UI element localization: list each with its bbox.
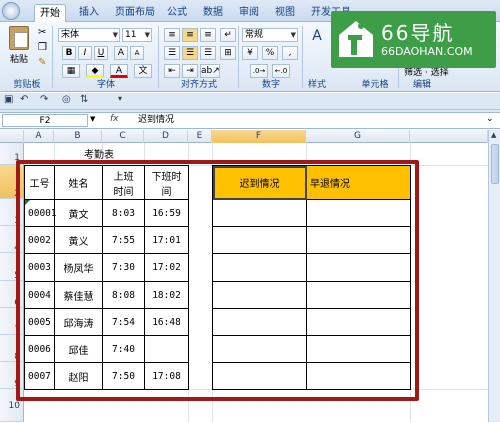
brand-watermark: 66导航 66DAOHAN.COM xyxy=(331,11,496,68)
currency-button[interactable]: ¥ xyxy=(242,46,258,60)
quick-access-toolbar: ▣ ↶ ↷ ◎ ⇅ ▾ xyxy=(0,93,500,110)
paste-button[interactable]: 粘贴 xyxy=(6,26,32,70)
column-headers: A B C D E F G xyxy=(0,130,500,143)
wrap-text-icon: ↵ xyxy=(224,30,232,40)
underline-button[interactable]: U xyxy=(94,46,108,60)
customize-qat-icon[interactable]: ▾ xyxy=(118,94,122,103)
brand-name: 66导航 xyxy=(381,21,455,45)
align-center-icon: ☰ xyxy=(185,48,195,58)
decrease-decimal-button[interactable]: ←.0 xyxy=(272,64,290,78)
tab-page-layout[interactable]: 页面布局 xyxy=(110,4,160,22)
font-group-label: 字体 xyxy=(96,80,115,90)
clipboard-icon xyxy=(9,26,29,50)
column-header-a[interactable]: A xyxy=(24,130,54,143)
tab-home[interactable]: 开始 xyxy=(34,4,66,24)
shrink-font-button[interactable]: A xyxy=(130,46,144,60)
undo-icon[interactable]: ↶ xyxy=(20,94,28,105)
sheet-title: 考勤表 xyxy=(84,150,114,161)
align-right-icon: ☰ xyxy=(203,48,213,58)
bold-button[interactable]: B xyxy=(62,46,76,60)
currency-icon: ¥ xyxy=(247,48,253,58)
increase-indent-button[interactable]: ⇥ xyxy=(182,64,198,78)
italic-button[interactable]: I xyxy=(78,46,92,60)
cut-icon[interactable]: ✂ xyxy=(38,27,46,38)
decrease-decimal-icon: ←.0 xyxy=(274,67,288,75)
align-bottom-icon: ≡ xyxy=(204,30,212,40)
align-middle-icon: ≡ xyxy=(186,30,194,40)
select-all-corner[interactable] xyxy=(0,130,24,143)
alignment-group-label: 对齐方式 xyxy=(180,80,217,90)
tab-data[interactable]: 数据 xyxy=(198,4,228,22)
format-painter-icon[interactable]: ✎ xyxy=(38,57,46,68)
borders-icon: ▦ xyxy=(66,66,76,76)
align-left-button[interactable]: ☰ xyxy=(164,46,180,60)
tab-view[interactable]: 视图 xyxy=(270,4,300,22)
clipboard-group-label: 剪贴板 xyxy=(13,80,41,90)
preview-icon[interactable]: ◎ xyxy=(62,94,71,105)
cells-group-label: 单元格 xyxy=(361,80,389,90)
sort-icon[interactable]: ⇅ xyxy=(80,94,88,105)
styles-icon: A xyxy=(312,28,322,44)
align-middle-button[interactable]: ≡ xyxy=(182,28,198,42)
highlight-frame xyxy=(16,160,419,401)
redo-icon[interactable]: ↷ xyxy=(40,94,48,105)
borders-button[interactable]: ▦ xyxy=(62,64,80,78)
office-button[interactable] xyxy=(2,2,20,20)
vertical-scrollbar[interactable]: ▲ xyxy=(488,130,500,422)
column-header-c[interactable]: C xyxy=(102,130,144,143)
fill-color-button[interactable]: ◆ xyxy=(86,64,104,78)
brand-logo xyxy=(337,19,375,59)
orientation-icon: ab↗ xyxy=(201,66,220,76)
outdent-icon: ⇤ xyxy=(168,66,176,76)
indent-icon: ⇥ xyxy=(186,66,194,76)
styles-button[interactable]: A xyxy=(306,28,328,62)
column-header-g[interactable]: G xyxy=(306,130,410,143)
orientation-button[interactable]: ab↗ xyxy=(200,64,220,78)
font-color-button[interactable]: A xyxy=(110,64,128,78)
number-group-label: 数字 xyxy=(261,80,280,90)
font-name-select[interactable]: 宋体 ▼ xyxy=(58,28,120,42)
align-bottom-button[interactable]: ≡ xyxy=(200,28,216,42)
decrease-indent-button[interactable]: ⇤ xyxy=(164,64,180,78)
insert-function-button[interactable]: fx xyxy=(110,114,119,124)
grow-font-button[interactable]: A xyxy=(114,46,128,60)
percent-button[interactable]: % xyxy=(262,46,278,60)
column-header-f[interactable]: F xyxy=(212,130,306,143)
save-icon[interactable]: ▣ xyxy=(4,94,13,105)
number-format-select[interactable]: 常规 ▼ xyxy=(242,28,298,42)
column-header-d[interactable]: D xyxy=(144,130,188,143)
phonetic-icon: 文 xyxy=(138,66,148,76)
phonetic-button[interactable]: 文 xyxy=(134,64,152,78)
styles-group-label: 样式 xyxy=(307,80,326,90)
comma-button[interactable]: , xyxy=(282,46,298,60)
tab-review[interactable]: 审阅 xyxy=(234,4,264,22)
font-size-select[interactable]: 11 ▼ xyxy=(122,28,152,42)
scroll-up-icon[interactable]: ▲ xyxy=(491,131,496,139)
increase-decimal-icon: .0→ xyxy=(252,67,266,75)
column-header-h[interactable] xyxy=(410,130,488,143)
tab-insert[interactable]: 插入 xyxy=(74,4,104,22)
align-top-icon: ≡ xyxy=(168,30,176,40)
scroll-thumb[interactable] xyxy=(491,144,499,184)
tab-formulas[interactable]: 公式 xyxy=(162,4,192,22)
align-left-icon: ☰ xyxy=(167,48,177,58)
column-header-b[interactable]: B xyxy=(54,130,102,143)
expand-formula-icon[interactable]: ⌄ xyxy=(486,114,494,124)
copy-icon[interactable]: ❐ xyxy=(38,42,47,53)
formula-input[interactable]: 迟到情况 xyxy=(138,114,174,127)
name-box-dropdown-icon[interactable]: ▼ xyxy=(90,115,95,123)
paint-bucket-icon: ◆ xyxy=(91,66,99,76)
editing-group-label: 编辑 xyxy=(412,80,431,90)
column-header-e[interactable]: E xyxy=(188,130,212,143)
align-top-button[interactable]: ≡ xyxy=(164,28,180,42)
name-box[interactable]: F2 xyxy=(2,114,88,127)
wrap-text-button[interactable]: ↵ xyxy=(220,28,236,42)
align-center-button[interactable]: ☰ xyxy=(182,46,198,60)
merge-icon: ⊞ xyxy=(224,48,232,58)
brand-url: 66DAOHAN.COM xyxy=(381,45,473,58)
increase-decimal-button[interactable]: .0→ xyxy=(250,64,268,78)
merge-center-button[interactable]: ⊞ xyxy=(220,46,236,60)
align-right-button[interactable]: ☰ xyxy=(200,46,216,60)
